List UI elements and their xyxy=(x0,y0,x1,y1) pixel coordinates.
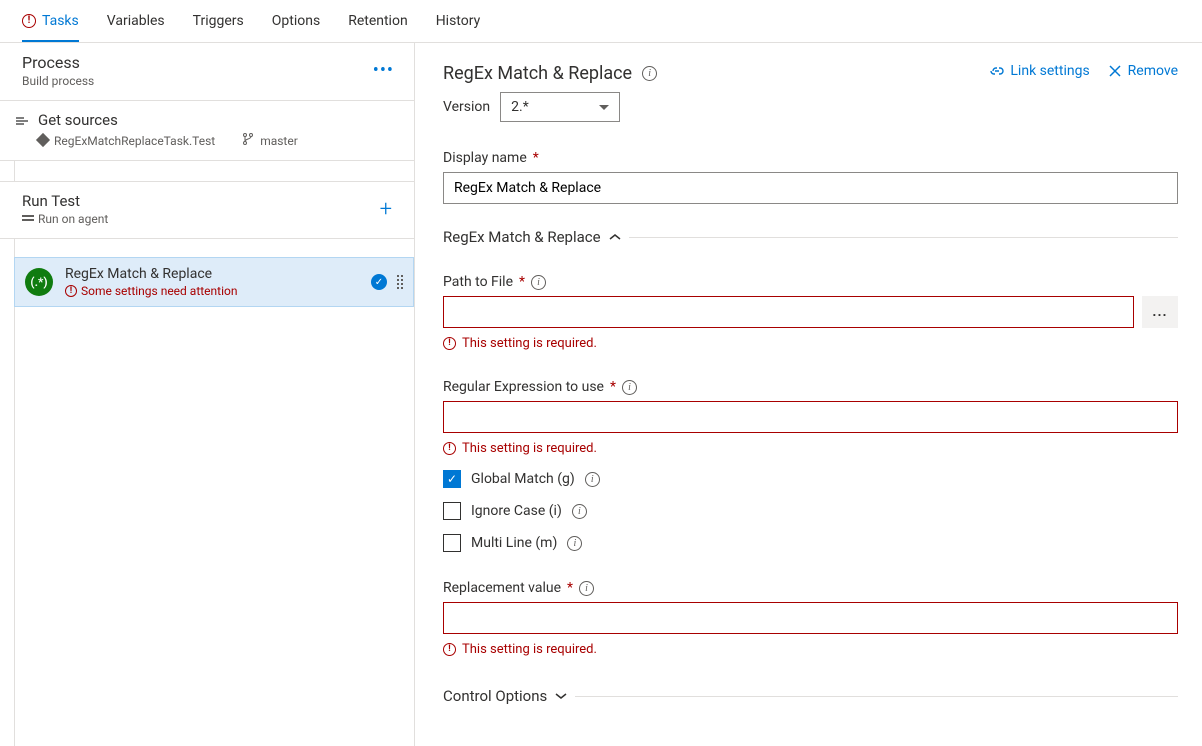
top-tabs: ! Tasks Variables Triggers Options Reten… xyxy=(0,0,1202,43)
left-pane: Process Build process ••• Get sources Re… xyxy=(0,43,415,746)
warning-icon: ! xyxy=(22,14,36,28)
add-task-button[interactable]: + xyxy=(372,197,400,222)
remove-button[interactable]: Remove xyxy=(1108,63,1178,79)
info-icon[interactable]: i xyxy=(642,66,657,81)
detail-title: RegEx Match & Replace xyxy=(443,63,632,84)
repo-name: RegExMatchReplaceTask.Test xyxy=(38,134,215,148)
replacement-label: Replacement value xyxy=(443,580,561,596)
warning-icon: ! xyxy=(65,285,77,297)
job-title: Run Test xyxy=(22,192,108,210)
right-pane: RegEx Match & Replace i Link settings Re… xyxy=(415,43,1202,746)
warning-icon: ! xyxy=(443,337,456,350)
ignore-case-checkbox[interactable] xyxy=(443,502,461,520)
path-label: Path to File xyxy=(443,274,513,290)
diamond-icon xyxy=(36,132,50,146)
display-name-label: Display name xyxy=(443,150,527,166)
version-select[interactable]: 2.* xyxy=(500,92,620,122)
tab-triggers[interactable]: Triggers xyxy=(193,0,244,42)
link-icon xyxy=(988,64,1004,78)
global-match-checkbox[interactable]: ✓ xyxy=(443,470,461,488)
close-icon xyxy=(1108,64,1122,78)
multi-line-label: Multi Line (m) xyxy=(471,535,557,551)
tab-history[interactable]: History xyxy=(436,0,481,42)
process-subtitle: Build process xyxy=(22,74,94,88)
tab-label: Tasks xyxy=(42,13,79,29)
tab-variables[interactable]: Variables xyxy=(107,0,165,42)
ignore-case-label: Ignore Case (i) xyxy=(471,503,562,519)
sources-icon xyxy=(14,113,30,129)
info-icon[interactable]: i xyxy=(572,504,587,519)
path-error: ! This setting is required. xyxy=(443,336,1178,351)
regex-error: ! This setting is required. xyxy=(443,441,1178,456)
get-sources-card[interactable]: Get sources RegExMatchReplaceTask.Test m… xyxy=(0,101,414,161)
job-subtitle: Run on agent xyxy=(22,212,108,226)
regex-input[interactable] xyxy=(443,401,1178,433)
chevron-down-icon xyxy=(555,692,567,700)
info-icon[interactable]: i xyxy=(579,581,594,596)
branch-icon xyxy=(243,133,253,148)
section-regex[interactable]: RegEx Match & Replace xyxy=(443,228,1178,246)
version-label: Version xyxy=(443,99,490,115)
more-icon[interactable]: ••• xyxy=(369,56,398,85)
info-icon[interactable]: i xyxy=(585,472,600,487)
regex-label: Regular Expression to use xyxy=(443,379,604,395)
check-icon: ✓ xyxy=(371,274,387,290)
tab-retention[interactable]: Retention xyxy=(348,0,408,42)
browse-button[interactable]: ... xyxy=(1142,296,1178,328)
task-warning: ! Some settings need attention xyxy=(65,284,237,298)
info-icon[interactable]: i xyxy=(622,380,637,395)
path-input[interactable] xyxy=(443,296,1134,328)
sources-title: Get sources xyxy=(38,111,400,129)
main-layout: Process Build process ••• Get sources Re… xyxy=(0,43,1202,746)
warning-icon: ! xyxy=(443,442,456,455)
tab-options[interactable]: Options xyxy=(272,0,320,42)
link-settings-button[interactable]: Link settings xyxy=(988,63,1089,79)
warning-icon: ! xyxy=(443,643,456,656)
tab-tasks[interactable]: ! Tasks xyxy=(22,0,79,42)
multi-line-checkbox[interactable] xyxy=(443,534,461,552)
info-icon[interactable]: i xyxy=(567,536,582,551)
chevron-up-icon xyxy=(609,233,621,241)
task-title: RegEx Match & Replace xyxy=(65,266,237,282)
process-title: Process xyxy=(22,53,94,72)
info-icon[interactable]: i xyxy=(531,275,546,290)
replacement-error: ! This setting is required. xyxy=(443,642,1178,657)
agent-icon xyxy=(22,214,34,224)
task-icon: (.*) xyxy=(25,268,53,296)
job-card[interactable]: Run Test Run on agent + xyxy=(0,181,414,239)
replacement-input[interactable] xyxy=(443,602,1178,634)
global-match-label: Global Match (g) xyxy=(471,471,575,487)
process-header[interactable]: Process Build process ••• xyxy=(0,43,414,101)
drag-handle-icon[interactable] xyxy=(397,275,403,289)
branch-name: master xyxy=(243,133,298,148)
required-asterisk: * xyxy=(533,150,539,166)
display-name-input[interactable] xyxy=(443,172,1178,204)
version-value: 2.* xyxy=(511,99,529,115)
section-control-options[interactable]: Control Options xyxy=(443,687,1178,705)
task-row[interactable]: (.*) RegEx Match & Replace ! Some settin… xyxy=(14,257,414,307)
